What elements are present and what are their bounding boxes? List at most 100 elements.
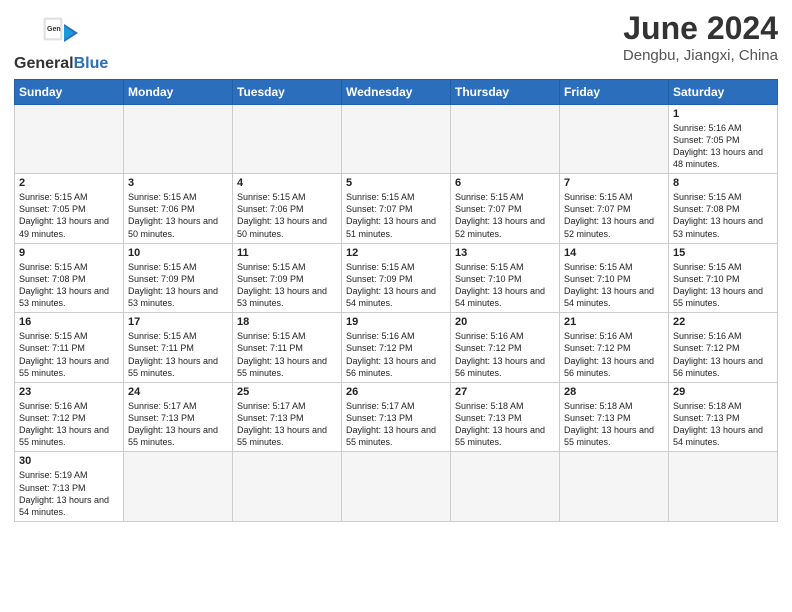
calendar-cell: 6 Sunrise: 5:15 AMSunset: 7:07 PMDaylight…: [451, 174, 560, 244]
day-info: Sunrise: 5:15 AMSunset: 7:07 PMDaylight:…: [455, 191, 555, 240]
day-number: 4: [237, 177, 337, 189]
logo-general-text: General: [14, 55, 74, 72]
calendar-cell: 14 Sunrise: 5:15 AMSunset: 7:10 PMDayligh…: [560, 243, 669, 313]
calendar-cell: [560, 104, 669, 174]
day-number: 12: [346, 247, 446, 259]
day-info: Sunrise: 5:18 AMSunset: 7:13 PMDaylight:…: [564, 400, 664, 449]
day-number: 5: [346, 177, 446, 189]
calendar-cell: [342, 452, 451, 522]
day-number: 24: [128, 386, 228, 398]
day-info: Sunrise: 5:16 AMSunset: 7:12 PMDaylight:…: [673, 330, 773, 379]
generalblue-logo-icon: Gen: [42, 14, 80, 52]
calendar-cell: 2 Sunrise: 5:15 AMSunset: 7:05 PMDaylight…: [15, 174, 124, 244]
calendar-cell: [560, 452, 669, 522]
day-number: 19: [346, 316, 446, 328]
day-info: Sunrise: 5:17 AMSunset: 7:13 PMDaylight:…: [128, 400, 228, 449]
calendar-cell: 9 Sunrise: 5:15 AMSunset: 7:08 PMDaylight…: [15, 243, 124, 313]
calendar-cell: 28 Sunrise: 5:18 AMSunset: 7:13 PMDayligh…: [560, 382, 669, 452]
day-number: 29: [673, 386, 773, 398]
day-info: Sunrise: 5:17 AMSunset: 7:13 PMDaylight:…: [346, 400, 446, 449]
day-number: 17: [128, 316, 228, 328]
calendar-cell: 25 Sunrise: 5:17 AMSunset: 7:13 PMDayligh…: [233, 382, 342, 452]
calendar-cell: 26 Sunrise: 5:17 AMSunset: 7:13 PMDayligh…: [342, 382, 451, 452]
weekday-friday: Friday: [560, 79, 669, 104]
day-number: 11: [237, 247, 337, 259]
day-info: Sunrise: 5:15 AMSunset: 7:10 PMDaylight:…: [455, 261, 555, 310]
logo: Gen GeneralBlue: [14, 10, 108, 73]
day-number: 2: [19, 177, 119, 189]
day-number: 6: [455, 177, 555, 189]
logo-blue-text: Blue: [74, 55, 109, 72]
day-info: Sunrise: 5:15 AMSunset: 7:09 PMDaylight:…: [346, 261, 446, 310]
calendar-cell: 29 Sunrise: 5:18 AMSunset: 7:13 PMDayligh…: [669, 382, 778, 452]
day-info: Sunrise: 5:16 AMSunset: 7:12 PMDaylight:…: [19, 400, 119, 449]
day-number: 23: [19, 386, 119, 398]
day-number: 21: [564, 316, 664, 328]
page: Gen GeneralBlue June 2024 Dengbu, Jiangx…: [0, 0, 792, 536]
weekday-sunday: Sunday: [15, 79, 124, 104]
day-info: Sunrise: 5:15 AMSunset: 7:08 PMDaylight:…: [673, 191, 773, 240]
calendar-cell: 7Sunrise: 5:15 AMSunset: 7:07 PMDaylight…: [560, 174, 669, 244]
calendar-cell: 22 Sunrise: 5:16 AMSunset: 7:12 PMDayligh…: [669, 313, 778, 383]
calendar-cell: 16Sunrise: 5:15 AMSunset: 7:11 PMDayligh…: [15, 313, 124, 383]
day-info: Sunrise: 5:15 AMSunset: 7:08 PMDaylight:…: [19, 261, 119, 310]
day-number: 8: [673, 177, 773, 189]
day-number: 28: [564, 386, 664, 398]
day-info: Sunrise: 5:16 AMSunset: 7:12 PMDaylight:…: [564, 330, 664, 379]
calendar-cell: 24 Sunrise: 5:17 AMSunset: 7:13 PMDayligh…: [124, 382, 233, 452]
day-info: Sunrise: 5:19 AMSunset: 7:13 PMDaylight:…: [19, 469, 119, 518]
header: Gen GeneralBlue June 2024 Dengbu, Jiangx…: [14, 10, 778, 73]
day-number: 30: [19, 455, 119, 467]
day-info: Sunrise: 5:18 AMSunset: 7:13 PMDaylight:…: [673, 400, 773, 449]
calendar-cell: 30 Sunrise: 5:19 AMSunset: 7:13 PMDayligh…: [15, 452, 124, 522]
day-number: 25: [237, 386, 337, 398]
calendar-cell: [451, 452, 560, 522]
day-number: 22: [673, 316, 773, 328]
day-info: Sunrise: 5:15 AMSunset: 7:07 PMDaylight:…: [346, 191, 446, 240]
weekday-monday: Monday: [124, 79, 233, 104]
day-info: Sunrise: 5:15 AMSunset: 7:07 PMDaylight:…: [564, 191, 664, 240]
day-number: 16: [19, 316, 119, 328]
calendar-cell: 17 Sunrise: 5:15 AMSunset: 7:11 PMDayligh…: [124, 313, 233, 383]
day-info: Sunrise: 5:15 AMSunset: 7:11 PMDaylight:…: [128, 330, 228, 379]
calendar: SundayMondayTuesdayWednesdayThursdayFrid…: [14, 79, 778, 522]
weekday-wednesday: Wednesday: [342, 79, 451, 104]
day-info: Sunrise: 5:17 AMSunset: 7:13 PMDaylight:…: [237, 400, 337, 449]
day-number: 20: [455, 316, 555, 328]
weekday-thursday: Thursday: [451, 79, 560, 104]
calendar-cell: [342, 104, 451, 174]
day-info: Sunrise: 5:15 AMSunset: 7:09 PMDaylight:…: [128, 261, 228, 310]
calendar-cell: 27Sunrise: 5:18 AMSunset: 7:13 PMDayligh…: [451, 382, 560, 452]
day-info: Sunrise: 5:15 AMSunset: 7:06 PMDaylight:…: [128, 191, 228, 240]
day-info: Sunrise: 5:16 AMSunset: 7:12 PMDaylight:…: [455, 330, 555, 379]
calendar-cell: 10Sunrise: 5:15 AMSunset: 7:09 PMDayligh…: [124, 243, 233, 313]
calendar-cell: 4Sunrise: 5:15 AMSunset: 7:06 PMDaylight…: [233, 174, 342, 244]
calendar-cell: 12 Sunrise: 5:15 AMSunset: 7:09 PMDayligh…: [342, 243, 451, 313]
day-info: Sunrise: 5:15 AMSunset: 7:10 PMDaylight:…: [673, 261, 773, 310]
calendar-cell: 8 Sunrise: 5:15 AMSunset: 7:08 PMDaylight…: [669, 174, 778, 244]
calendar-cell: [124, 104, 233, 174]
calendar-cell: 1 Sunrise: 5:16 AMSunset: 7:05 PMDaylight…: [669, 104, 778, 174]
calendar-cell: 15 Sunrise: 5:15 AMSunset: 7:10 PMDayligh…: [669, 243, 778, 313]
day-number: 13: [455, 247, 555, 259]
calendar-cell: 20 Sunrise: 5:16 AMSunset: 7:12 PMDayligh…: [451, 313, 560, 383]
calendar-cell: 21 Sunrise: 5:16 AMSunset: 7:12 PMDayligh…: [560, 313, 669, 383]
day-number: 1: [673, 108, 773, 120]
calendar-cell: 13 Sunrise: 5:15 AMSunset: 7:10 PMDayligh…: [451, 243, 560, 313]
day-info: Sunrise: 5:15 AMSunset: 7:05 PMDaylight:…: [19, 191, 119, 240]
day-info: Sunrise: 5:16 AMSunset: 7:12 PMDaylight:…: [346, 330, 446, 379]
day-number: 18: [237, 316, 337, 328]
day-info: Sunrise: 5:16 AMSunset: 7:05 PMDaylight:…: [673, 122, 773, 171]
day-number: 14: [564, 247, 664, 259]
calendar-cell: 3Sunrise: 5:15 AMSunset: 7:06 PMDaylight…: [124, 174, 233, 244]
calendar-cell: 19 Sunrise: 5:16 AMSunset: 7:12 PMDayligh…: [342, 313, 451, 383]
svg-text:Gen: Gen: [47, 26, 61, 33]
day-info: Sunrise: 5:15 AMSunset: 7:10 PMDaylight:…: [564, 261, 664, 310]
calendar-cell: [233, 452, 342, 522]
location: Dengbu, Jiangxi, China: [623, 47, 778, 64]
day-number: 9: [19, 247, 119, 259]
day-number: 26: [346, 386, 446, 398]
calendar-cell: 23 Sunrise: 5:16 AMSunset: 7:12 PMDayligh…: [15, 382, 124, 452]
day-number: 15: [673, 247, 773, 259]
calendar-cell: [451, 104, 560, 174]
